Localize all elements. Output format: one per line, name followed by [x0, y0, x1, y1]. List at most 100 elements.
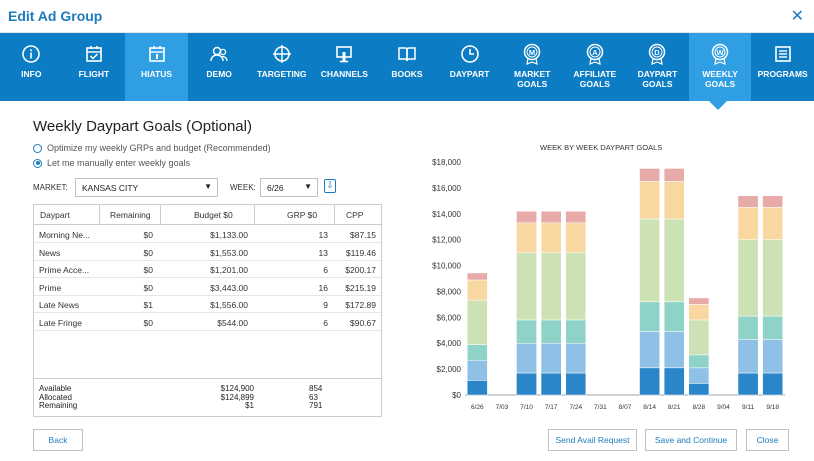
table-row[interactable]: Prime Acce... $0 $1,201.00 6 $200.17: [34, 261, 381, 278]
bar-segment[interactable]: [639, 181, 660, 220]
bar-segment[interactable]: [737, 207, 759, 240]
bar-segment[interactable]: [466, 279, 488, 301]
bar-segment[interactable]: [639, 331, 660, 369]
bar-segment[interactable]: [688, 297, 710, 305]
tab-targeting[interactable]: TARGETING: [250, 33, 313, 101]
table-row[interactable]: Late Fringe $0 $544.00 6 $90.67: [34, 314, 381, 331]
table-row[interactable]: Prime $0 $3,443.00 16 $215.19: [34, 279, 381, 296]
market-label: MARKET:: [33, 183, 68, 192]
bar-segment[interactable]: [540, 342, 562, 374]
bar-segment[interactable]: [516, 319, 537, 344]
bar-segment[interactable]: [540, 222, 562, 253]
bar-segment[interactable]: [466, 344, 488, 361]
bar-segment[interactable]: [466, 380, 488, 396]
bar-segment[interactable]: [466, 359, 488, 381]
close-icon[interactable]: ✕: [791, 6, 804, 26]
tab-daypart-goals[interactable]: D DAYPART GOALS: [626, 33, 689, 101]
bar-segment[interactable]: [688, 367, 710, 384]
bar-segment[interactable]: [516, 372, 537, 396]
tab-flight[interactable]: FLIGHT: [63, 33, 126, 101]
y-tick-label: $18,000: [432, 158, 461, 167]
copy-week-icon[interactable]: ⇩: [324, 179, 336, 193]
table-cell: 13: [318, 247, 328, 258]
bar-segment[interactable]: [688, 304, 710, 321]
bar-segment[interactable]: [565, 372, 587, 396]
radio-manual[interactable]: Let me manually enter weekly goals: [33, 158, 190, 168]
tab-affiliate-goals[interactable]: A AFFILIATE GOALS: [564, 33, 627, 101]
close-button[interactable]: Close: [746, 429, 789, 451]
bar-segment[interactable]: [540, 210, 562, 224]
summary-labels: Available Allocated Remaining: [39, 384, 78, 410]
bar-segment[interactable]: [516, 222, 537, 253]
crosshair-icon: [272, 43, 292, 65]
col-divider: [254, 205, 255, 225]
bar-segment[interactable]: [639, 168, 660, 182]
bar-segment[interactable]: [762, 239, 784, 317]
bar-segment[interactable]: [639, 301, 660, 332]
bar-segment[interactable]: [663, 168, 685, 182]
bar-segment[interactable]: [565, 319, 587, 344]
x-tick-label: 7/03: [496, 404, 509, 411]
bar-segment[interactable]: [540, 372, 562, 396]
bar-segment[interactable]: [663, 301, 685, 332]
radio-optimize[interactable]: Optimize my weekly GRPs and budget (Reco…: [33, 143, 271, 153]
tab-label: AFFILIATE GOALS: [573, 69, 617, 89]
bar-segment[interactable]: [466, 299, 488, 345]
bar-segment[interactable]: [737, 315, 759, 340]
tab-hiatus[interactable]: HIATUS: [125, 33, 188, 101]
bar-segment[interactable]: [737, 339, 759, 374]
market-select[interactable]: KANSAS CITY ▼: [75, 178, 218, 197]
tab-programs[interactable]: PROGRAMS: [751, 33, 814, 101]
bar-segment[interactable]: [762, 372, 784, 396]
bar-segment[interactable]: [663, 181, 685, 220]
bar-segment[interactable]: [688, 354, 710, 369]
bar-segment[interactable]: [540, 252, 562, 321]
tab-demo[interactable]: DEMO: [188, 33, 251, 101]
bar-segment[interactable]: [565, 222, 587, 253]
bar-segment[interactable]: [516, 210, 537, 224]
tab-info[interactable]: INFO: [0, 33, 63, 101]
bar-segment[interactable]: [516, 342, 537, 374]
tab-label: FLIGHT: [78, 69, 110, 79]
send-avail-request-button[interactable]: Send Avail Request: [548, 429, 637, 451]
table-row[interactable]: Morning Ne... $0 $1,133.00 13 $87.15: [34, 226, 381, 243]
bar-segment[interactable]: [762, 195, 784, 208]
bar-segment[interactable]: [663, 218, 685, 303]
bar-segment[interactable]: [737, 195, 759, 208]
tab-weekly-goals[interactable]: W WEEKLY GOALS: [688, 33, 752, 101]
bar-segment[interactable]: [688, 383, 710, 396]
week-select[interactable]: 6/26 ▼: [260, 178, 318, 197]
table-row[interactable]: Late News $1 $1,556.00 9 $172.89: [34, 296, 381, 313]
bar-segment[interactable]: [565, 342, 587, 374]
bar-segment[interactable]: [663, 367, 685, 396]
table-cell: $215.19: [345, 282, 376, 293]
bar-segment[interactable]: [466, 272, 488, 281]
bar-segment[interactable]: [737, 239, 759, 317]
bar-segment[interactable]: [639, 367, 660, 396]
bar-segment[interactable]: [762, 339, 784, 374]
tab-daypart[interactable]: DAYPART: [438, 33, 501, 101]
table-cell: Late Fringe: [39, 317, 82, 328]
x-tick-label: 7/10: [520, 404, 533, 411]
tab-market-goals[interactable]: M MARKET GOALS: [501, 33, 564, 101]
tab-books[interactable]: BOOKS: [376, 33, 439, 101]
back-button[interactable]: Back: [33, 429, 83, 451]
y-tick-label: $6,000: [437, 313, 462, 322]
bar-segment[interactable]: [688, 319, 710, 356]
bar-segment[interactable]: [663, 331, 685, 369]
radio-button-selected-icon[interactable]: [33, 158, 42, 168]
bar-segment[interactable]: [565, 252, 587, 321]
caret-down-icon: ▼: [304, 182, 312, 191]
bar-segment[interactable]: [737, 372, 759, 396]
bar-segment[interactable]: [540, 319, 562, 344]
bar-segment[interactable]: [639, 218, 660, 303]
table-row[interactable]: News $0 $1,553.00 13 $119.46: [34, 244, 381, 261]
tab-channels[interactable]: CHANNELS: [313, 33, 376, 101]
col-daypart: Daypart: [40, 210, 70, 220]
bar-segment[interactable]: [762, 207, 784, 240]
save-and-continue-button[interactable]: Save and Continue: [645, 429, 737, 451]
bar-segment[interactable]: [565, 210, 587, 224]
bar-segment[interactable]: [762, 315, 784, 340]
radio-button-icon[interactable]: [33, 143, 42, 153]
bar-segment[interactable]: [516, 252, 537, 321]
